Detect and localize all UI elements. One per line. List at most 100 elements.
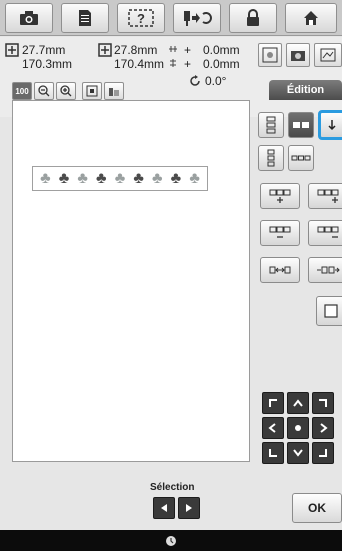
spacing-icon xyxy=(269,266,291,274)
clover-motif: ♣ xyxy=(96,169,107,187)
vertical-repeat-button[interactable] xyxy=(258,145,284,171)
page-button[interactable] xyxy=(61,3,109,33)
offset-y-value: 0.0mm xyxy=(203,57,240,71)
zoom-in-button[interactable] xyxy=(56,82,76,100)
needle-thread-button[interactable] xyxy=(173,3,221,33)
zoom-out-icon xyxy=(38,85,50,97)
help-button[interactable]: ? xyxy=(117,3,165,33)
corner-up-right-icon xyxy=(319,399,327,407)
triangle-left-icon xyxy=(161,504,167,512)
remove-repeat-button[interactable] xyxy=(260,220,300,246)
move-down-right-button[interactable] xyxy=(312,442,334,464)
pattern-strip[interactable]: ♣ ♣ ♣ ♣ ♣ ♣ ♣ ♣ ♣ xyxy=(32,166,208,191)
clover-motif: ♣ xyxy=(58,169,70,187)
clock-icon xyxy=(166,535,176,546)
clover-motif: ♣ xyxy=(189,169,200,187)
offset-x-value: 0.0mm xyxy=(203,43,240,57)
spacing-right-button[interactable] xyxy=(308,257,342,283)
arrow-down-icon xyxy=(328,120,336,131)
add-repeat-right-icon xyxy=(317,189,339,203)
zoom-100-button[interactable]: 100 xyxy=(12,82,32,100)
horizontal-repeat-icon xyxy=(291,155,311,161)
arrow-up-icon xyxy=(293,399,303,407)
add-repeat-icon xyxy=(269,189,291,203)
zoom-in-icon xyxy=(60,85,72,97)
move-up-button[interactable] xyxy=(287,392,309,414)
needle-thread-icon xyxy=(184,11,212,26)
lock-button[interactable] xyxy=(229,3,277,33)
width-value: 27.7mm xyxy=(22,43,66,57)
help-label: ? xyxy=(137,10,145,26)
height-value: 170.3mm xyxy=(22,57,73,71)
page-icon xyxy=(79,10,91,26)
spacing-button[interactable] xyxy=(260,257,300,283)
pattern-view-icon xyxy=(262,47,278,63)
selection-next-button[interactable] xyxy=(178,497,200,519)
center-dot-icon xyxy=(295,425,301,431)
horizontal-offset-icon xyxy=(169,46,177,52)
move-up-right-button[interactable] xyxy=(312,392,334,414)
ok-label: OK xyxy=(308,501,326,515)
arrow-down-icon xyxy=(293,449,303,457)
home-icon xyxy=(304,11,318,25)
background-view-icon xyxy=(109,88,119,96)
corner-down-right-icon xyxy=(319,449,327,457)
zoom-out-button[interactable] xyxy=(34,82,54,100)
move-left-button[interactable] xyxy=(262,417,284,439)
camera-button[interactable] xyxy=(5,3,53,33)
corner-up-left-icon xyxy=(269,399,277,407)
top-toolbar: ? xyxy=(0,0,342,36)
frame-view-icon xyxy=(86,85,98,97)
vertical-offset-icon xyxy=(170,59,176,67)
tab-edition[interactable]: Édition xyxy=(269,80,342,100)
direction-down-button[interactable] xyxy=(318,110,342,140)
vertical-repeat-icon xyxy=(267,149,275,167)
move-center-button[interactable] xyxy=(287,417,309,439)
rotate-icon xyxy=(190,75,200,86)
size-icon-2 xyxy=(98,43,112,57)
vertical-layout-button[interactable] xyxy=(258,112,284,138)
scan-view-button[interactable] xyxy=(314,43,342,67)
remove-repeat-right-button[interactable] xyxy=(308,220,342,246)
arrow-right-icon xyxy=(320,423,328,433)
clover-motif: ♣ xyxy=(77,169,88,187)
camera-icon xyxy=(20,11,38,25)
move-right-button[interactable] xyxy=(312,417,334,439)
clover-motif: ♣ xyxy=(133,169,144,187)
select-part-button[interactable] xyxy=(316,296,342,326)
appliqué-view-button[interactable] xyxy=(258,43,282,67)
arrow-left-icon xyxy=(268,423,276,433)
selection-label: Sélection xyxy=(150,482,195,493)
lock-icon xyxy=(247,9,259,26)
frame-view-button[interactable] xyxy=(82,82,102,100)
angle-value: 0.0° xyxy=(205,74,227,88)
camera-view-button[interactable] xyxy=(286,43,310,67)
ok-button[interactable]: OK xyxy=(292,493,342,523)
home-button[interactable] xyxy=(285,3,337,33)
move-down-left-button[interactable] xyxy=(262,442,284,464)
embroidery-canvas[interactable] xyxy=(12,100,250,462)
scan-view-icon xyxy=(320,48,336,62)
spacing-right-icon xyxy=(317,266,340,274)
remove-repeat-right-icon xyxy=(317,226,339,238)
tab-edition-label: Édition xyxy=(286,84,325,96)
move-down-button[interactable] xyxy=(287,442,309,464)
add-repeat-button[interactable] xyxy=(260,183,300,209)
triangle-right-icon xyxy=(186,504,192,512)
size-icon xyxy=(5,43,19,57)
camera-view-icon xyxy=(291,51,305,61)
move-up-left-button[interactable] xyxy=(262,392,284,414)
vertical-layout-icon xyxy=(266,116,276,134)
selection-prev-button[interactable] xyxy=(153,497,175,519)
clover-motif: ♣ xyxy=(40,169,51,187)
edit-panel xyxy=(250,100,342,540)
clover-motif: ♣ xyxy=(170,169,182,187)
offset-x-sign: + xyxy=(184,43,192,57)
clover-motif: ♣ xyxy=(152,169,163,187)
background-view-button[interactable] xyxy=(104,82,124,100)
horizontal-layout-button[interactable] xyxy=(288,112,314,138)
horizontal-repeat-button[interactable] xyxy=(288,145,314,171)
offset-y-sign: + xyxy=(184,57,192,71)
add-repeat-right-button[interactable] xyxy=(308,183,342,209)
zoom-100-label: 100 xyxy=(15,86,29,96)
